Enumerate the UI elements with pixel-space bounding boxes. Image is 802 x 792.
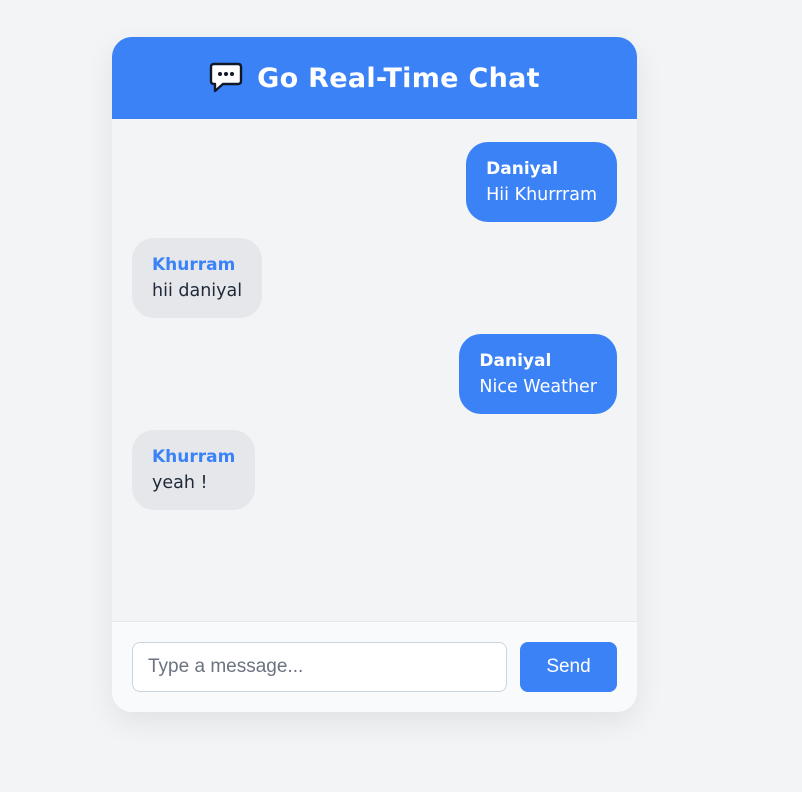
message-text: Hii Khurrram xyxy=(486,185,597,205)
speech-bubble-icon xyxy=(209,62,243,93)
message-input[interactable] xyxy=(132,642,507,692)
message-bubble: Daniyal Nice Weather xyxy=(459,334,617,414)
message-row: Khurram hii daniyal xyxy=(132,238,617,318)
send-button[interactable]: Send xyxy=(520,642,617,692)
message-text: Nice Weather xyxy=(479,377,597,397)
message-bubble: Khurram hii daniyal xyxy=(132,238,263,318)
message-text: yeah ! xyxy=(152,473,208,493)
message-text: hii daniyal xyxy=(152,281,243,301)
message-row: Daniyal Nice Weather xyxy=(132,334,617,414)
chat-header: Go Real-Time Chat xyxy=(112,37,637,119)
message-row: Daniyal Hii Khurrram xyxy=(132,142,617,222)
message-sender: Daniyal xyxy=(486,159,559,179)
page-title: Go Real-Time Chat xyxy=(257,62,540,94)
message-row: Khurram yeah ! xyxy=(132,430,617,510)
message-composer: Send xyxy=(112,621,637,712)
message-sender: Khurram xyxy=(152,255,236,275)
chat-window: Go Real-Time Chat Daniyal Hii Khurrram K… xyxy=(112,37,637,712)
message-bubble: Khurram yeah ! xyxy=(132,430,256,510)
message-list: Daniyal Hii Khurrram Khurram hii daniyal… xyxy=(112,119,637,621)
message-bubble: Daniyal Hii Khurrram xyxy=(466,142,617,222)
message-sender: Daniyal xyxy=(479,351,552,371)
message-sender: Khurram xyxy=(152,447,236,467)
